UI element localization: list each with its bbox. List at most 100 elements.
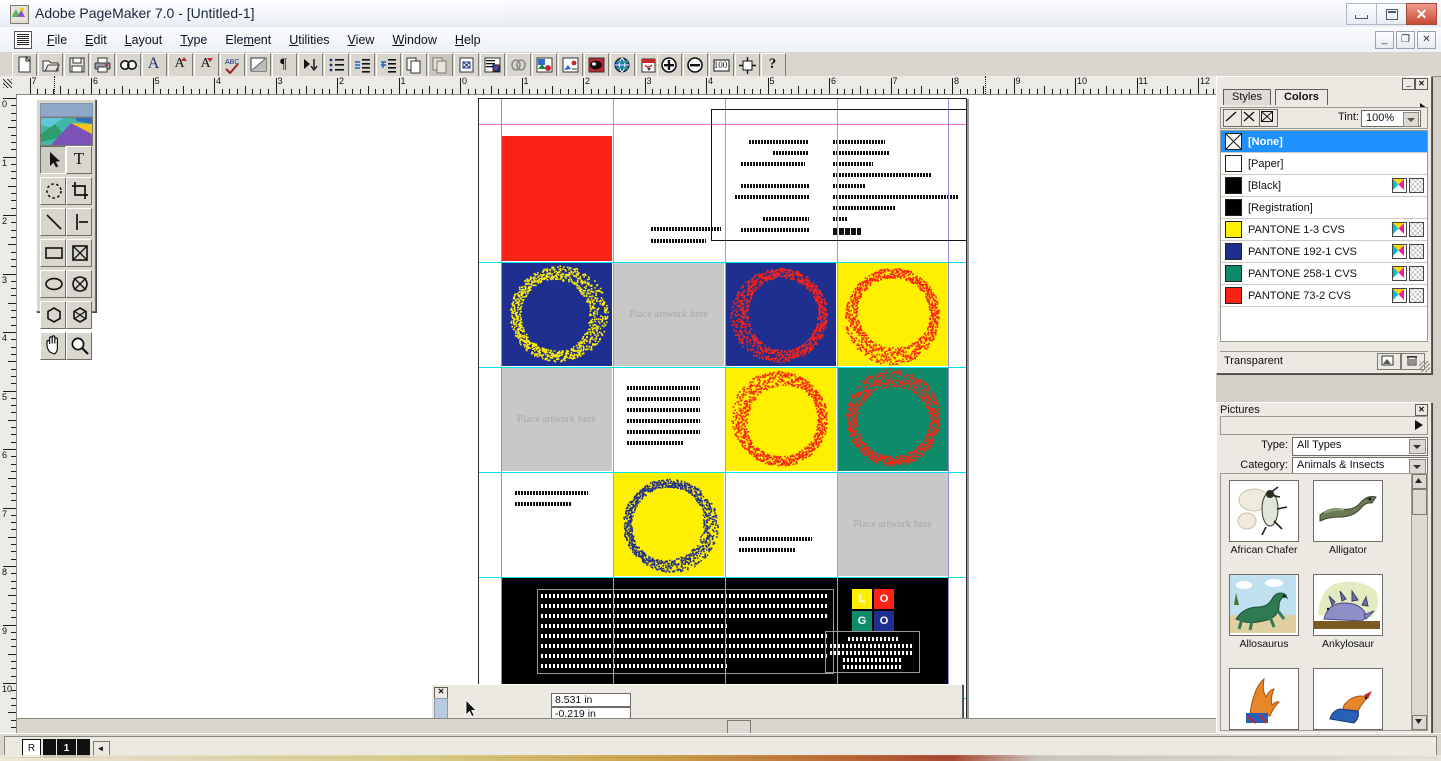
ellipse-tool[interactable] (40, 270, 66, 298)
menu-layout[interactable]: Layout (116, 30, 172, 50)
footer-text-frame-2[interactable] (825, 631, 920, 673)
crop-tool[interactable] (66, 177, 92, 205)
picture-item[interactable] (1229, 668, 1299, 731)
zoom-in-icon[interactable] (657, 53, 682, 77)
menu-edit[interactable]: Edit (76, 30, 116, 50)
horizontal-scrollbar[interactable] (17, 718, 1216, 734)
indent-right-icon[interactable] (376, 53, 401, 77)
colors-palette[interactable]: _ ✕ Styles Colors Tint: 100% [None] [Pape (1216, 76, 1432, 374)
help-icon[interactable]: ? (761, 53, 786, 77)
menu-element[interactable]: Element (216, 30, 280, 50)
constrained-line-tool[interactable] (66, 208, 92, 236)
artwork-placeholder[interactable]: Place artwork here (501, 367, 612, 471)
color-list-item[interactable]: PANTONE 258-1 CVS (1221, 263, 1427, 285)
picture-item[interactable]: Alligator (1313, 480, 1383, 556)
process-color-icon[interactable] (1409, 266, 1424, 281)
open-icon[interactable] (38, 53, 63, 77)
menu-utilities[interactable]: Utilities (280, 30, 338, 50)
vertical-ruler[interactable]: 0 1 2 3 4 5 6 7 8 9 10 (0, 94, 17, 734)
menu-window[interactable]: Window (383, 30, 445, 50)
horizontal-scroll-thumb[interactable] (727, 720, 751, 734)
color-list-item[interactable]: [Paper] (1221, 153, 1427, 175)
fit-window-icon[interactable] (735, 53, 760, 77)
tab-styles[interactable]: Styles (1223, 89, 1271, 105)
zoom-out-icon[interactable] (683, 53, 708, 77)
process-color-icon[interactable] (1409, 288, 1424, 303)
picture-item[interactable] (1313, 668, 1383, 731)
stroke-icon[interactable] (1223, 109, 1242, 127)
art-cell[interactable] (501, 262, 612, 366)
text-cell[interactable] (613, 124, 724, 261)
colors-palette-titlebar[interactable]: _ ✕ (1217, 77, 1431, 89)
spot-color-icon[interactable] (1392, 244, 1407, 259)
picture-item[interactable]: Ankylosaur (1313, 574, 1383, 650)
increase-font-icon[interactable]: A (168, 53, 193, 77)
image-export-icon[interactable] (558, 53, 583, 77)
artwork-placeholder[interactable]: Place artwork here (613, 262, 724, 366)
link-icon[interactable] (506, 53, 531, 77)
horizontal-ruler[interactable]: 7 6 5 4 3 2 1 0 1 2 3 4 5 6 7 8 9 10 11 12 (16, 76, 1216, 95)
menu-view[interactable]: View (339, 30, 384, 50)
font-icon[interactable]: A (142, 53, 167, 77)
spelling-icon[interactable]: ABC (220, 53, 245, 77)
ruler-corner[interactable] (0, 76, 17, 95)
document-system-menu-icon[interactable] (14, 31, 32, 49)
logo-block[interactable]: LOGO (852, 589, 894, 631)
rotate-tool[interactable] (40, 177, 66, 205)
art-cell[interactable] (725, 367, 836, 471)
artwork-placeholder[interactable]: Place artwork here (837, 472, 948, 576)
spot-color-icon[interactable] (1392, 178, 1407, 193)
mdi-close-button[interactable]: ✕ (1417, 31, 1436, 49)
print-icon[interactable] (90, 53, 115, 77)
document-canvas[interactable]: Place artwork here Place artwork here Plac… (17, 95, 1216, 734)
paste-icon[interactable] (428, 53, 453, 77)
pictures-scrollbar[interactable] (1411, 473, 1428, 731)
pictures-palette-close-icon[interactable]: ✕ (1415, 404, 1428, 416)
pictures-grid[interactable]: African Chafer Alligator Allosaurus Anky… (1220, 473, 1412, 731)
paragraph-icon[interactable]: ¶ (272, 53, 297, 77)
rectangle-tool[interactable] (40, 239, 66, 267)
mdi-minimize-button[interactable]: _ (1375, 31, 1394, 49)
toolbox-titlebar[interactable] (40, 103, 93, 117)
window-close-button[interactable]: ✕ (1406, 3, 1437, 25)
category-dropdown-icon[interactable] (1409, 459, 1426, 474)
polygon-tool[interactable] (40, 301, 66, 329)
menu-file[interactable]: File (38, 30, 76, 50)
color-list-item[interactable]: PANTONE 192-1 CVS (1221, 241, 1427, 263)
hand-tool[interactable] (40, 332, 66, 360)
pointer-tool[interactable] (40, 146, 66, 174)
decrease-font-icon[interactable]: A (194, 53, 219, 77)
color-list-item[interactable]: [Registration] (1221, 197, 1427, 219)
rectangle-frame-tool[interactable] (66, 239, 92, 267)
color-list-item[interactable]: [None] (1221, 131, 1427, 153)
copy-icon[interactable] (402, 53, 427, 77)
color-list-item[interactable]: PANTONE 73-2 CVS (1221, 285, 1427, 307)
none-icon[interactable] (1241, 109, 1260, 127)
selection-frame[interactable] (711, 109, 967, 241)
black-footer[interactable]: LOGO (501, 577, 948, 697)
pictures-palette-menu-icon[interactable] (1415, 420, 1423, 430)
tint-field[interactable]: 100% (1361, 110, 1421, 127)
spot-color-icon[interactable] (1392, 222, 1407, 237)
indent-left-icon[interactable] (350, 53, 375, 77)
place-icon[interactable] (454, 53, 479, 77)
window-maximize-button[interactable] (1376, 3, 1406, 25)
art-cell[interactable] (613, 472, 724, 576)
document-page[interactable]: Place artwork here Place artwork here Plac… (478, 98, 967, 732)
picture-item[interactable]: African Chafer (1229, 480, 1299, 556)
process-color-icon[interactable] (1409, 222, 1424, 237)
spot-color-icon[interactable] (1392, 288, 1407, 303)
photoshop-icon[interactable] (584, 53, 609, 77)
image-icon[interactable] (532, 53, 557, 77)
type-select[interactable]: All Types (1292, 437, 1428, 456)
picture-item[interactable]: Allosaurus (1229, 574, 1299, 650)
footer-text-frame[interactable] (537, 589, 834, 674)
new-icon[interactable] (12, 53, 37, 77)
polygon-frame-tool[interactable] (66, 301, 92, 329)
both-icon[interactable] (1259, 109, 1278, 127)
red-block[interactable] (501, 136, 612, 261)
toolbox-palette[interactable]: T (36, 99, 96, 312)
color-list[interactable]: [None] [Paper] [Black] [Registration] PANTON… (1220, 130, 1428, 342)
scroll-up-button[interactable] (1412, 474, 1427, 489)
bullets-icon[interactable] (324, 53, 349, 77)
